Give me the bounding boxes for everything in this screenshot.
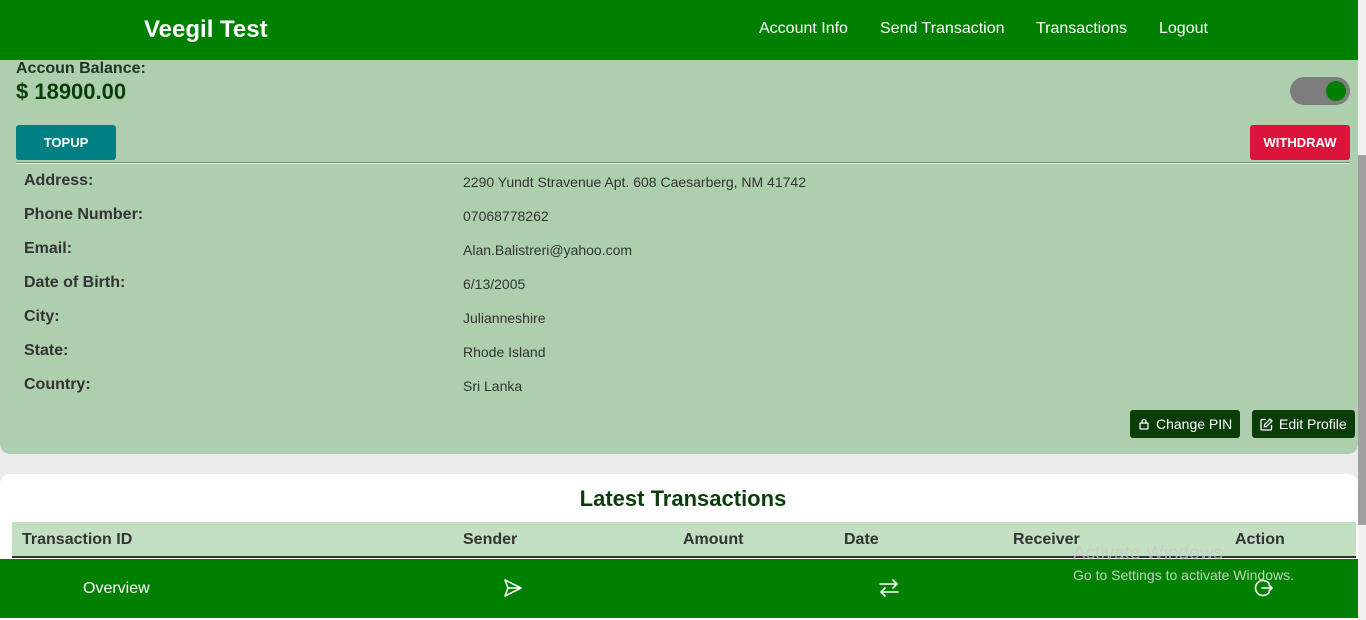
change-pin-label: Change PIN (1156, 416, 1233, 432)
column-header: Amount (683, 531, 744, 548)
balance-value: $ 18900.00 (16, 79, 127, 104)
address-value: 2290 Yundt Stravenue Apt. 608 Caesarberg… (463, 174, 806, 190)
address-label: Address: (24, 172, 94, 189)
balance-label: Accoun Balance: (16, 60, 146, 77)
dob-value: 6/13/2005 (463, 276, 526, 292)
brand-title[interactable]: Veegil Test (144, 16, 268, 44)
phone-label: Phone Number: (24, 206, 144, 223)
country-label: Country: (24, 376, 91, 393)
lock-icon (1139, 418, 1149, 430)
edit-icon (1260, 417, 1273, 431)
divider (16, 162, 1350, 163)
transactions-title: Latest Transactions (579, 486, 787, 511)
dob-label: Date of Birth: (24, 274, 126, 291)
nav-send-transaction[interactable]: Send Transaction (880, 20, 1005, 38)
column-header: Action (1235, 531, 1285, 548)
withdraw-button[interactable]: WITHDRAW (1250, 125, 1350, 160)
top-navbar: Veegil Test Account Info Send Transactio… (0, 0, 1358, 60)
nav-transactions[interactable]: Transactions (1036, 20, 1127, 38)
edit-profile-label: Edit Profile (1279, 416, 1347, 432)
state-value: Rhode Island (463, 344, 546, 360)
edit-profile-button[interactable]: Edit Profile (1252, 410, 1355, 438)
city-label: City: (24, 308, 60, 325)
balance-toggle[interactable] (1290, 77, 1350, 105)
state-label: State: (24, 342, 69, 359)
vertical-scrollbar[interactable] (1358, 0, 1366, 620)
transfer-arrows-icon[interactable] (878, 577, 900, 604)
activate-windows-subtitle: Go to Settings to activate Windows. (1073, 567, 1294, 583)
city-value: Julianneshire (463, 310, 546, 326)
column-header: Sender (463, 531, 518, 548)
topup-button[interactable]: TOPUP (16, 125, 116, 160)
column-header: Date (844, 531, 879, 548)
column-header: Transaction ID (22, 531, 133, 548)
email-value: Alan.Balistreri@yahoo.com (463, 242, 633, 258)
column-header: Receiver (1013, 531, 1080, 548)
toggle-knob (1326, 81, 1346, 101)
activate-windows-title: Activate Windows (1073, 543, 1223, 564)
send-icon[interactable] (502, 577, 524, 604)
email-label: Email: (24, 240, 73, 257)
bottom-nav-overview[interactable]: Overview (83, 580, 150, 598)
account-card: Accoun Balance: $ 18900.00 TOPUP WITHDRA… (0, 60, 1358, 454)
nav-logout[interactable]: Logout (1159, 20, 1208, 38)
nav-account-info[interactable]: Account Info (759, 20, 848, 38)
scrollbar-thumb[interactable] (1358, 155, 1366, 525)
country-value: Sri Lanka (463, 378, 523, 394)
change-pin-button[interactable]: Change PIN (1130, 410, 1241, 438)
phone-value: 07068778262 (463, 208, 549, 224)
